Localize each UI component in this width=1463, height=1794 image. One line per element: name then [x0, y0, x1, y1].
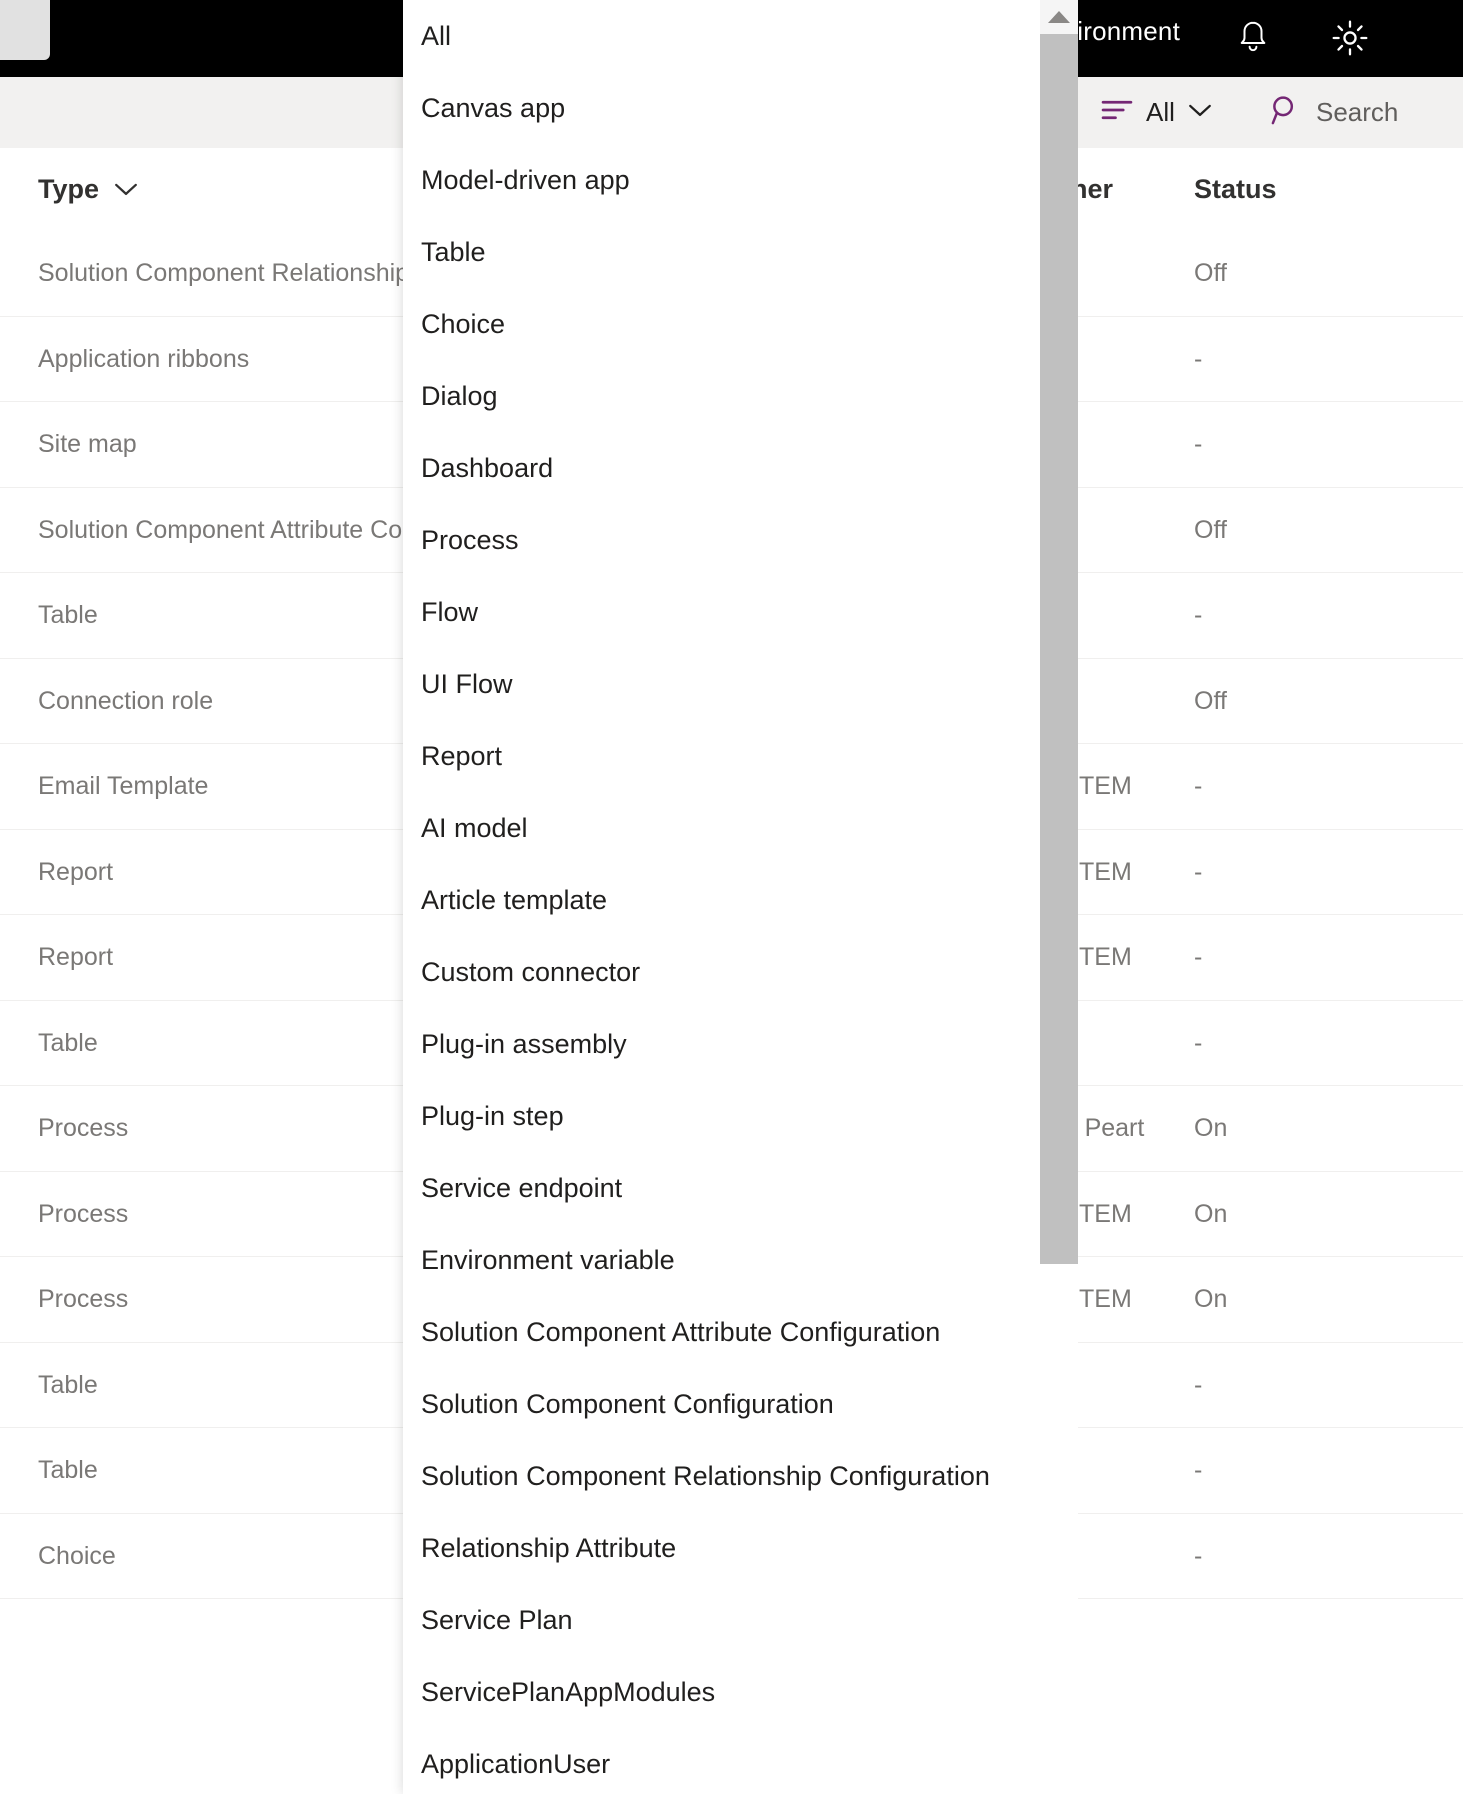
dropdown-option[interactable]: Flow: [403, 576, 1040, 648]
cell-type: Connection role: [38, 659, 213, 745]
cell-status: Off: [1194, 488, 1227, 574]
chevron-down-icon: [1187, 101, 1213, 124]
settings-gear-icon[interactable]: [1322, 10, 1378, 66]
cell-status: On: [1194, 1172, 1227, 1258]
chevron-down-icon: [113, 174, 139, 205]
cell-status: -: [1194, 830, 1202, 916]
cell-status: -: [1194, 915, 1202, 1001]
dropdown-option[interactable]: Service endpoint: [403, 1152, 1040, 1224]
dropdown-option[interactable]: Process: [403, 504, 1040, 576]
dropdown-option[interactable]: Model-driven app: [403, 144, 1040, 216]
dropdown-option[interactable]: Dashboard: [403, 432, 1040, 504]
type-filter-dropdown-callout: AllCanvas appModel-driven appTableChoice…: [403, 0, 1040, 1794]
dropdown-option[interactable]: All: [403, 0, 1040, 72]
cell-status: -: [1194, 1001, 1202, 1087]
dropdown-option[interactable]: ApplicationUser: [403, 1728, 1040, 1794]
app-root: ironment All: [0, 0, 1463, 1794]
dropdown-option[interactable]: Canvas app: [403, 72, 1040, 144]
cell-type: Solution Component Relationship: [38, 231, 409, 317]
search-input-placeholder: Search: [1316, 97, 1398, 128]
dropdown-option[interactable]: Solution Component Configuration: [403, 1368, 1040, 1440]
cell-status: -: [1194, 1428, 1202, 1514]
dropdown-option[interactable]: AI model: [403, 792, 1040, 864]
dropdown-option[interactable]: Plug-in assembly: [403, 1008, 1040, 1080]
cell-status: -: [1194, 744, 1202, 830]
search-box[interactable]: Search: [1270, 77, 1398, 148]
dropdown-option[interactable]: UI Flow: [403, 648, 1040, 720]
dropdown-option[interactable]: Report: [403, 720, 1040, 792]
dropdown-option[interactable]: Service Plan: [403, 1584, 1040, 1656]
filter-lines-icon: [1100, 97, 1134, 128]
dropdown-option-list: AllCanvas appModel-driven appTableChoice…: [403, 0, 1040, 1794]
dropdown-option[interactable]: Relationship Attribute: [403, 1512, 1040, 1584]
cell-type: Table: [38, 573, 98, 659]
column-header-type-label: Type: [38, 174, 99, 205]
cell-status: -: [1194, 1343, 1202, 1429]
dropdown-option[interactable]: Solution Component Relationship Configur…: [403, 1440, 1040, 1512]
column-header-status-label: Status: [1194, 174, 1277, 205]
column-header-type[interactable]: Type: [38, 148, 139, 231]
environment-name: ironment: [1077, 16, 1180, 47]
scrollbar-thumb[interactable]: [1040, 34, 1078, 1264]
scrollbar-track[interactable]: [1040, 34, 1078, 1794]
cell-status: On: [1194, 1086, 1227, 1172]
view-filter-dropdown[interactable]: All: [1100, 77, 1213, 148]
cell-status: -: [1194, 402, 1202, 488]
app-launcher-tab[interactable]: [0, 0, 50, 60]
dropdown-option[interactable]: Table: [403, 216, 1040, 288]
dropdown-option[interactable]: Custom connector: [403, 936, 1040, 1008]
cell-type: Report: [38, 915, 113, 1001]
cell-type: Choice: [38, 1514, 116, 1600]
cell-type: Process: [38, 1086, 128, 1172]
search-magnifier-icon: [1270, 94, 1302, 131]
dropdown-scrollbar[interactable]: [1040, 0, 1078, 1794]
cell-type: Email Template: [38, 744, 208, 830]
cell-type: Table: [38, 1343, 98, 1429]
cell-type: Solution Component Attribute Co: [38, 488, 402, 574]
cell-status: -: [1194, 317, 1202, 403]
cell-type: Process: [38, 1257, 128, 1343]
cell-type: Table: [38, 1001, 98, 1087]
dropdown-option[interactable]: ServicePlanAppModules: [403, 1656, 1040, 1728]
dropdown-option[interactable]: Choice: [403, 288, 1040, 360]
cell-status: -: [1194, 1514, 1202, 1600]
cell-status: -: [1194, 573, 1202, 659]
dropdown-option[interactable]: Environment variable: [403, 1224, 1040, 1296]
cell-type: Site map: [38, 402, 137, 488]
dropdown-option[interactable]: Plug-in step: [403, 1080, 1040, 1152]
cell-status: Off: [1194, 231, 1227, 317]
cell-type: Process: [38, 1172, 128, 1258]
dropdown-option[interactable]: Solution Component Attribute Configurati…: [403, 1296, 1040, 1368]
cell-status: On: [1194, 1257, 1227, 1343]
scroll-up-arrow-icon[interactable]: [1040, 0, 1078, 34]
cell-status: Off: [1194, 659, 1227, 745]
cell-type: Application ribbons: [38, 317, 249, 403]
dropdown-option[interactable]: Article template: [403, 864, 1040, 936]
column-header-status[interactable]: Status: [1194, 148, 1277, 231]
cell-type: Table: [38, 1428, 98, 1514]
cell-type: Report: [38, 830, 113, 916]
notifications-bell-icon[interactable]: [1225, 10, 1281, 66]
filter-label: All: [1146, 97, 1175, 128]
dropdown-option[interactable]: Dialog: [403, 360, 1040, 432]
